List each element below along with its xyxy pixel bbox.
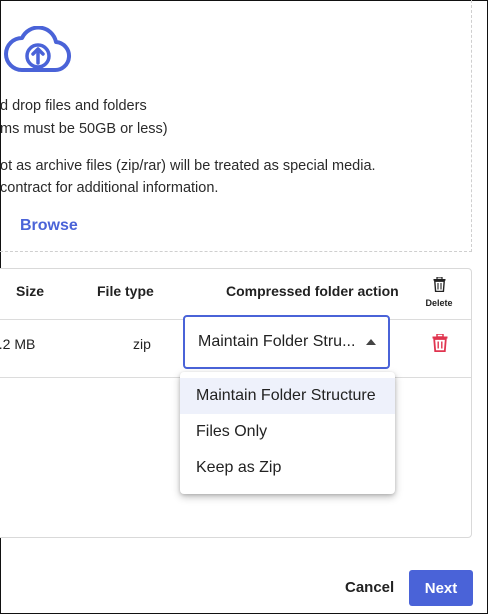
trash-icon [433,276,446,296]
cancel-button[interactable]: Cancel [345,579,394,596]
option-keep-as-zip[interactable]: Keep as Zip [180,450,395,486]
compressed-action-menu: Maintain Folder Structure Files Only Kee… [180,372,395,494]
option-maintain-folder-structure[interactable]: Maintain Folder Structure [180,378,395,414]
delete-row-button[interactable] [432,333,448,353]
caret-up-icon [366,339,376,345]
size-limit-text: ms must be 50GB or less) [0,121,168,137]
select-value: Maintain Folder Stru... [198,333,356,350]
drop-instruction-text: d drop files and folders [0,98,147,114]
next-button[interactable]: Next [409,570,473,606]
trash-icon [432,333,448,353]
file-type-cell: zip [133,336,151,352]
file-type-column-header: File type [97,283,154,299]
compressed-action-select[interactable]: Maintain Folder Stru... [183,315,390,369]
table-header: Size File type Compressed folder action … [0,269,471,320]
contract-note-text: contract for additional information. [0,180,219,196]
delete-all-button[interactable]: Delete [419,276,459,308]
archive-note-text: ot as archive files (zip/rar) will be tr… [0,158,376,174]
compressed-action-column-header: Compressed folder action [226,283,399,299]
delete-column-header: Delete [425,298,453,308]
cloud-upload-icon [4,25,72,74]
file-size-cell: 7.2 MB [0,336,36,352]
browse-button[interactable]: Browse [20,217,78,235]
size-column-header: Size [16,283,45,299]
option-files-only[interactable]: Files Only [180,414,395,450]
